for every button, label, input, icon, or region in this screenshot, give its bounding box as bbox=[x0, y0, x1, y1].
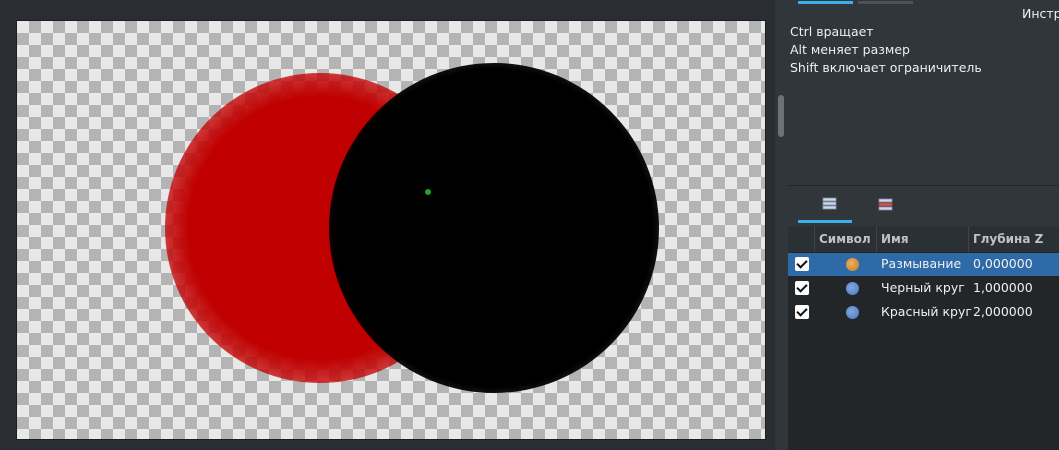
layer-depth: 1,000000 bbox=[973, 280, 1033, 295]
vertical-scrollbar[interactable] bbox=[775, 0, 787, 450]
layer-depth: 0,000000 bbox=[973, 256, 1033, 271]
hint-shift: Shift включает ограничитель bbox=[790, 60, 982, 75]
column-header-symbol[interactable]: Символ bbox=[814, 226, 876, 252]
layer-name: Красный круг bbox=[881, 304, 972, 319]
right-panel: Инстр Ctrl вращает Alt меняет размер Shi… bbox=[788, 0, 1059, 450]
layer-row-red-circle[interactable]: Красный круг 2,000000 bbox=[788, 301, 1059, 324]
layer-row-blur[interactable]: Размывание 0,000000 bbox=[788, 253, 1059, 276]
layers-icon bbox=[822, 197, 837, 210]
column-header-toggle[interactable] bbox=[788, 226, 814, 252]
panel-tab-active[interactable] bbox=[798, 1, 853, 4]
layers-table-header: Символ Имя Глубина Z bbox=[788, 226, 1059, 252]
tab-layers[interactable] bbox=[798, 186, 862, 222]
layer-row-black-circle[interactable]: Черный круг 1,000000 bbox=[788, 277, 1059, 300]
black-circle-shape[interactable] bbox=[329, 63, 659, 393]
active-tab-indicator bbox=[798, 220, 852, 223]
layer-visibility-checkbox[interactable] bbox=[795, 305, 809, 319]
layers-tabs bbox=[788, 186, 1059, 224]
hint-alt: Alt меняет размер bbox=[790, 42, 910, 57]
layer-symbol-icon bbox=[846, 258, 859, 271]
column-header-name[interactable]: Имя bbox=[876, 226, 968, 252]
layer-visibility-checkbox[interactable] bbox=[795, 257, 809, 271]
layer-depth: 2,000000 bbox=[973, 304, 1033, 319]
layer-name: Размывание bbox=[881, 256, 962, 271]
layer-visibility-checkbox[interactable] bbox=[795, 281, 809, 295]
scrollbar-thumb[interactable] bbox=[778, 95, 784, 137]
layer-symbol-icon bbox=[846, 306, 859, 319]
tool-options-title: Инстр bbox=[1022, 6, 1059, 21]
canvas-area bbox=[0, 0, 775, 450]
layer-name: Черный круг bbox=[881, 280, 965, 295]
panel-tab[interactable] bbox=[858, 1, 913, 4]
canvas[interactable] bbox=[16, 20, 766, 440]
hint-ctrl: Ctrl вращает bbox=[790, 24, 874, 39]
column-header-depth[interactable]: Глубина Z bbox=[968, 226, 1059, 252]
layers-edit-icon bbox=[878, 198, 893, 211]
layer-symbol-icon bbox=[846, 282, 859, 295]
panel-tabs bbox=[788, 0, 1059, 4]
origin-handle[interactable] bbox=[425, 189, 431, 195]
tab-layers-edit[interactable] bbox=[854, 186, 918, 222]
